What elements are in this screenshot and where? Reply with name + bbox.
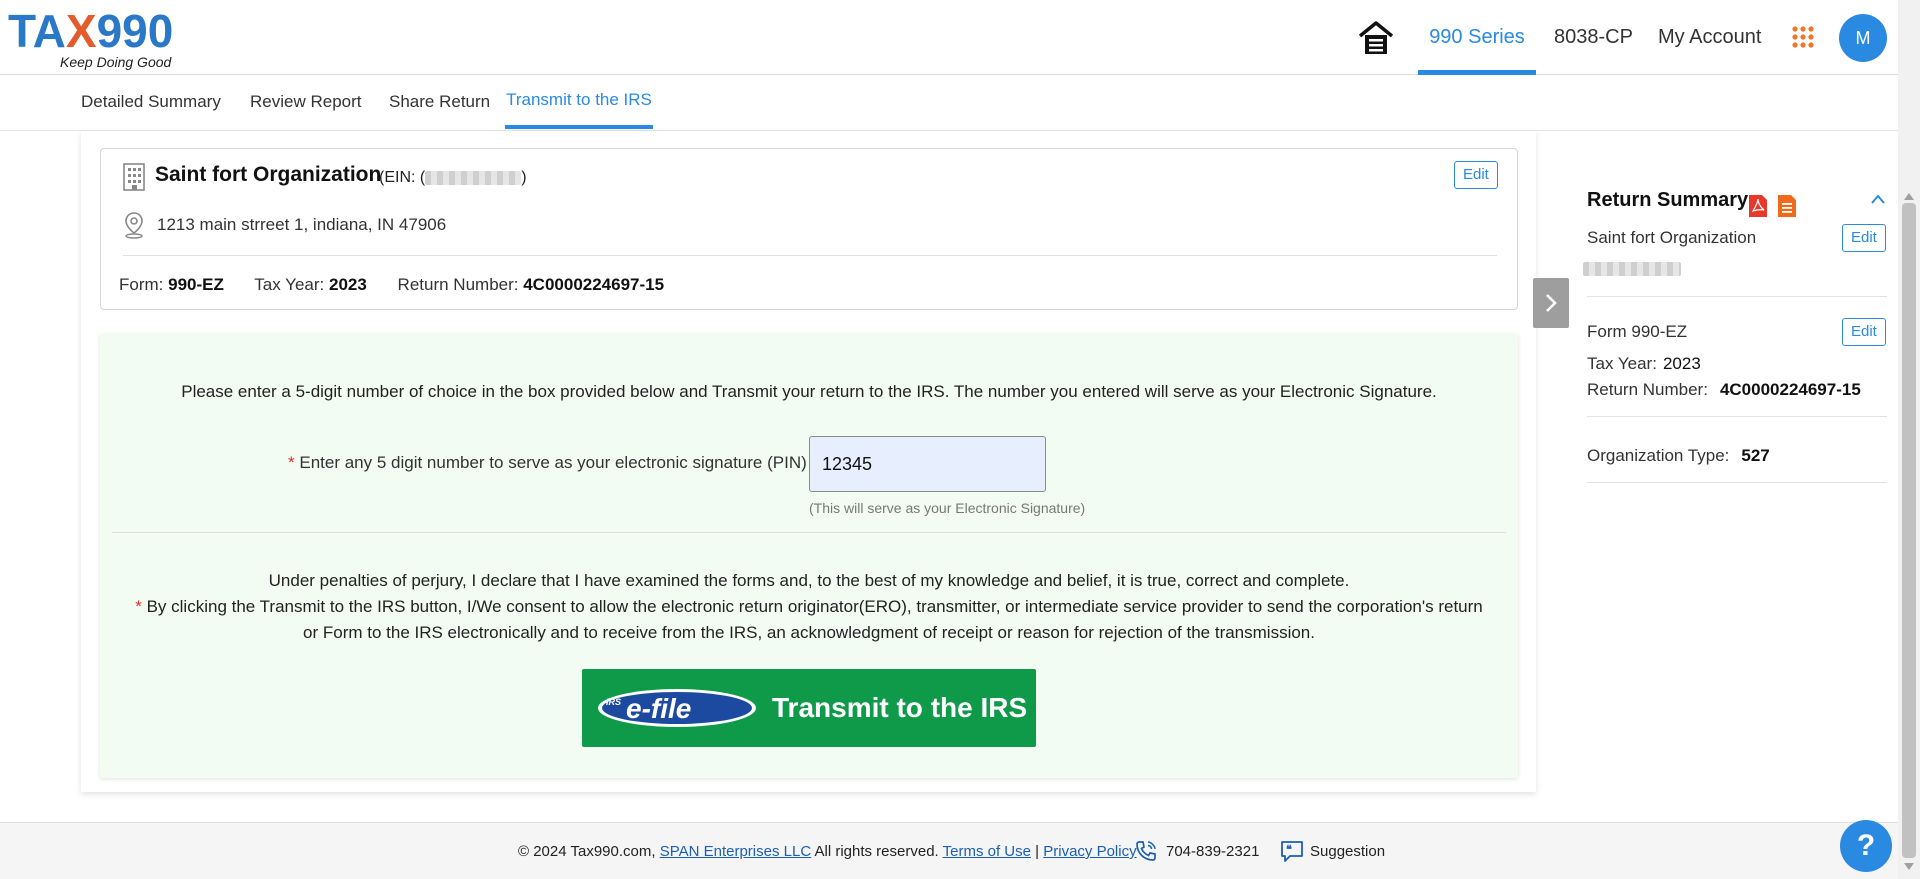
scroll-thumb[interactable] (1902, 203, 1916, 858)
sidebar-ein-redacted (1583, 262, 1681, 276)
chevron-right-icon (1546, 294, 1557, 312)
privacy-policy-link[interactable]: Privacy Policy (1043, 843, 1136, 860)
suggestion-icon: ❝ (1281, 841, 1303, 862)
page-scrollbar[interactable] (1898, 0, 1920, 879)
home-icon[interactable] (1356, 18, 1396, 58)
pin-label: * Enter any 5 digit number to serve as y… (288, 453, 807, 472)
tab-transmit-to-irs[interactable]: Transmit to the IRS (505, 90, 653, 129)
document-icon[interactable] (1777, 194, 1797, 218)
suggestion-link[interactable]: Suggestion (1310, 843, 1385, 860)
nav-my-account[interactable]: My Account (1658, 22, 1761, 75)
sidebar-divider (1587, 296, 1887, 297)
tax-year-value: 2023 (328, 275, 367, 294)
signature-section: Please enter a 5-digit number of choice … (100, 334, 1518, 778)
scroll-up-arrow[interactable] (1904, 193, 1914, 200)
return-number-value: 4C0000224697-15 (523, 275, 665, 294)
terms-of-use-link[interactable]: Terms of Use (943, 843, 1031, 860)
scroll-down-arrow[interactable] (1904, 863, 1914, 870)
pin-hint: (This will serve as your Electronic Sign… (809, 500, 1086, 516)
organization-card: Saint fort Organization (EIN: () Edit 12… (100, 148, 1518, 310)
signature-instruction: Please enter a 5-digit number of choice … (181, 382, 1437, 401)
section-divider (112, 532, 1506, 533)
logo-tagline: Keep Doing Good (60, 54, 172, 70)
pin-input[interactable] (809, 436, 1046, 492)
user-avatar[interactable]: M (1839, 14, 1887, 62)
sidebar-org-type: Organization Type: 527 (1587, 446, 1770, 465)
perjury-declaration: Under penalties of perjury, I declare th… (135, 571, 1483, 642)
building-icon (123, 163, 145, 191)
card-divider (123, 255, 1497, 256)
return-details-row: Form: 990-EZ Tax Year: 2023 Return Numbe… (119, 275, 665, 294)
return-subnav: Detailed Summary Review Report Share Ret… (0, 76, 1898, 131)
tab-share-return[interactable]: Share Return (389, 92, 490, 131)
sidebar-form-type: Form 990-EZ (1587, 322, 1688, 341)
edit-organization-button[interactable]: Edit (1454, 161, 1498, 189)
logo-wordmark: TAX990 (8, 5, 174, 57)
organization-address: 1213 main strreet 1, indiana, IN 47906 (157, 215, 447, 234)
sidebar-edit-form-button[interactable]: Edit (1842, 318, 1886, 346)
sidebar-divider (1587, 416, 1887, 417)
location-pin-icon (125, 212, 143, 239)
nav-8038-cp[interactable]: 8038-CP (1554, 22, 1633, 75)
transmit-to-irs-button[interactable]: IRS e-file Transmit to the IRS (582, 669, 1036, 747)
footer-copyright: © 2024 Tax990.com, SPAN Enterprises LLC … (518, 843, 1137, 860)
irs-efile-logo: IRS e-file (598, 689, 756, 727)
tax990-logo[interactable]: TAX990 Keep Doing Good (8, 8, 188, 70)
apps-grid-icon[interactable] (1791, 25, 1815, 49)
phone-icon (1136, 841, 1156, 861)
help-button[interactable]: ? (1840, 820, 1892, 872)
form-type-value: 990-EZ (168, 275, 224, 294)
svg-text:IRS: IRS (606, 697, 621, 707)
tab-detailed-summary[interactable]: Detailed Summary (81, 92, 221, 131)
return-summary-title: Return Summary (1587, 189, 1749, 211)
chevron-up-icon[interactable] (1870, 193, 1886, 205)
page-footer: © 2024 Tax990.com, SPAN Enterprises LLC … (0, 822, 1898, 879)
organization-ein: (EIN: () (379, 169, 527, 186)
svg-text:e-file: e-file (626, 693, 691, 724)
svg-text:❝: ❝ (1286, 844, 1292, 856)
top-header: TAX990 Keep Doing Good 990 Series 8038-C… (0, 0, 1898, 75)
expand-sidebar-button[interactable] (1533, 278, 1569, 328)
span-enterprises-link[interactable]: SPAN Enterprises LLC (660, 843, 811, 860)
sidebar-org-name: Saint fort Organization (1587, 228, 1757, 247)
sidebar-edit-org-button[interactable]: Edit (1842, 224, 1886, 252)
pdf-icon[interactable] (1748, 194, 1768, 218)
ein-redacted (425, 170, 522, 185)
sidebar-divider (1587, 482, 1887, 483)
tab-review-report[interactable]: Review Report (250, 92, 362, 131)
sidebar-tax-year: Tax Year: 2023 (1587, 354, 1701, 373)
nav-990-series[interactable]: 990 Series (1418, 22, 1536, 75)
support-phone[interactable]: 704-839-2321 (1166, 843, 1259, 860)
organization-name: Saint fort Organization (155, 163, 382, 186)
transmit-button-label: Transmit to the IRS (772, 692, 1028, 723)
sidebar-return-number: Return Number: 4C0000224697-15 (1587, 380, 1861, 399)
